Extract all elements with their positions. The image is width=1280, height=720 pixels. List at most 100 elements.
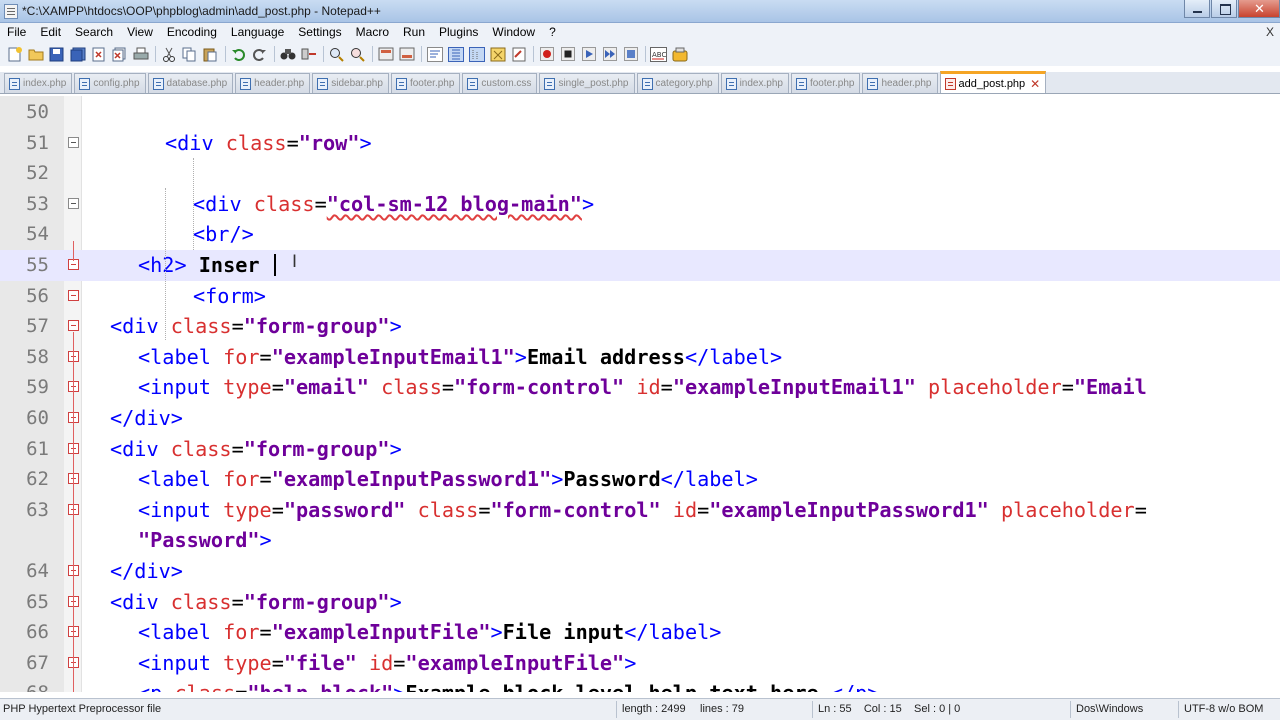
code-line[interactable]: 52 (0, 158, 1280, 189)
code-token: "exampleInputEmail1" (271, 344, 515, 369)
file-tab[interactable]: header.php (862, 73, 938, 93)
play-macro-button[interactable] (580, 46, 597, 63)
new-file-button[interactable] (6, 46, 23, 63)
code-line[interactable]: 56 <form> (0, 281, 1280, 312)
indent-guide-button[interactable] (468, 46, 485, 63)
code-token: <input (138, 375, 224, 400)
menu-view[interactable]: View (120, 23, 160, 42)
paste-button[interactable] (202, 46, 219, 63)
fold-connector-line (73, 241, 74, 261)
menu-help[interactable]: ? (542, 23, 563, 42)
line-number: 62 (26, 468, 49, 491)
menu-file[interactable]: File (0, 23, 33, 42)
code-line[interactable]: 54 <br/> (0, 219, 1280, 250)
close-window-button[interactable]: ✕ (1238, 0, 1280, 18)
user-language-button[interactable] (489, 46, 506, 63)
open-file-button[interactable] (27, 46, 44, 63)
record-macro-button[interactable] (538, 46, 555, 63)
code-line[interactable]: 62 <label for="exampleInputPassword1">Pas… (0, 464, 1280, 495)
line-number: 51 (26, 131, 49, 154)
tab-label: add_post.php (958, 77, 1026, 90)
menu-window[interactable]: Window (485, 23, 542, 42)
find-button[interactable] (279, 46, 296, 63)
code-line[interactable]: 65 <div class="form-group"> (0, 587, 1280, 618)
zoom-in-button[interactable] (328, 46, 345, 63)
fold-toggle-icon[interactable] (68, 197, 79, 209)
code-line[interactable]: 57 <div class="form-group"> (0, 311, 1280, 342)
code-line[interactable]: 64 </div> (0, 556, 1280, 587)
copy-button[interactable] (181, 46, 198, 63)
code-line[interactable]: 68 <p class="help-block">Example block-le… (0, 678, 1280, 692)
code-text: <br/> (193, 219, 254, 250)
sync-vertical-button[interactable] (377, 46, 394, 63)
spellcheck-button[interactable]: ABC (650, 46, 667, 63)
code-editor[interactable]: 50 51 <div class="row"> 52 53 <div class="col… (0, 96, 1280, 692)
tab-close-icon[interactable]: ✕ (1030, 77, 1040, 91)
status-divider (812, 701, 813, 718)
line-number: 58 (26, 345, 49, 368)
file-tab[interactable]: category.php (636, 73, 719, 93)
code-token: > (393, 681, 405, 692)
print-button[interactable] (132, 46, 149, 63)
word-wrap-button[interactable] (426, 46, 443, 63)
fold-toggle-icon[interactable] (68, 136, 79, 148)
run-macro-multiple-button[interactable] (601, 46, 618, 63)
file-tab[interactable]: database.php (147, 73, 234, 93)
file-tab[interactable]: header.php (235, 73, 311, 93)
undo-button[interactable] (230, 46, 247, 63)
save-all-button[interactable] (69, 46, 86, 63)
code-line[interactable]: "Password"> (0, 525, 1280, 556)
file-tab[interactable]: config.php (74, 73, 146, 93)
code-line[interactable]: 66 <label for="exampleInputFile">File inp… (0, 617, 1280, 648)
menu-plugins[interactable]: Plugins (432, 23, 485, 42)
file-tab[interactable]: custom.css (462, 73, 538, 93)
cut-button[interactable] (160, 46, 177, 63)
redo-button[interactable] (251, 46, 268, 63)
close-all-button[interactable] (111, 46, 128, 63)
file-tab[interactable]: add_post.php ✕ (939, 71, 1047, 93)
document-map-button[interactable] (510, 46, 527, 63)
fold-toggle-icon[interactable] (68, 289, 79, 301)
file-tab[interactable]: index.php (4, 73, 73, 93)
code-line[interactable]: 63 <input type="password" class="form-con… (0, 495, 1280, 526)
zoom-out-button[interactable] (349, 46, 366, 63)
code-line[interactable]: 53 <div class="col-sm-12 blog-main"> (0, 189, 1280, 220)
menu-search[interactable]: Search (68, 23, 120, 42)
code-line[interactable]: 61 <div class="form-group"> (0, 434, 1280, 465)
show-all-chars-button[interactable] (447, 46, 464, 63)
save-macro-button[interactable] (622, 46, 639, 63)
menu-edit[interactable]: Edit (33, 23, 68, 42)
menu-macro[interactable]: Macro (349, 23, 396, 42)
file-tab[interactable]: footer.php (390, 73, 461, 93)
stop-macro-button[interactable] (559, 46, 576, 63)
lang-icon (490, 47, 505, 61)
fold-toggle-icon[interactable] (68, 320, 79, 332)
sync-horizontal-button[interactable] (398, 46, 415, 63)
menu-encoding[interactable]: Encoding (160, 23, 224, 42)
menu-settings[interactable]: Settings (291, 23, 348, 42)
file-tab[interactable]: footer.php (790, 73, 861, 93)
file-tab[interactable]: sidebar.php (312, 73, 389, 93)
menu-run[interactable]: Run (396, 23, 432, 42)
maximize-button[interactable] (1211, 0, 1237, 18)
file-tab[interactable]: single_post.php (539, 73, 635, 93)
save-button[interactable] (48, 46, 65, 63)
code-line[interactable]: 67 <input type="file" id="exampleInputFil… (0, 648, 1280, 679)
close-document-button[interactable]: X (1266, 25, 1274, 39)
code-token: > (259, 528, 272, 553)
code-line[interactable]: 60 </div> (0, 403, 1280, 434)
stop-macro-icon (560, 47, 575, 61)
code-line[interactable]: 50 (0, 97, 1280, 128)
menu-language[interactable]: Language (224, 23, 291, 42)
code-line[interactable]: 51 <div class="row"> (0, 128, 1280, 159)
code-token: id (636, 375, 661, 400)
replace-button[interactable] (300, 46, 317, 63)
minimize-button[interactable] (1184, 0, 1210, 18)
code-line[interactable]: 59 <input type="email" class="form-contro… (0, 372, 1280, 403)
close-file-button[interactable] (90, 46, 107, 63)
plugin-button[interactable] (671, 46, 688, 63)
notepad-app-icon[interactable] (4, 4, 18, 19)
code-line[interactable]: 58 <label for="exampleInputEmail1">Email … (0, 342, 1280, 373)
code-line[interactable]: 55 <h2> Inser (0, 250, 1280, 281)
file-tab[interactable]: index.php (720, 73, 789, 93)
